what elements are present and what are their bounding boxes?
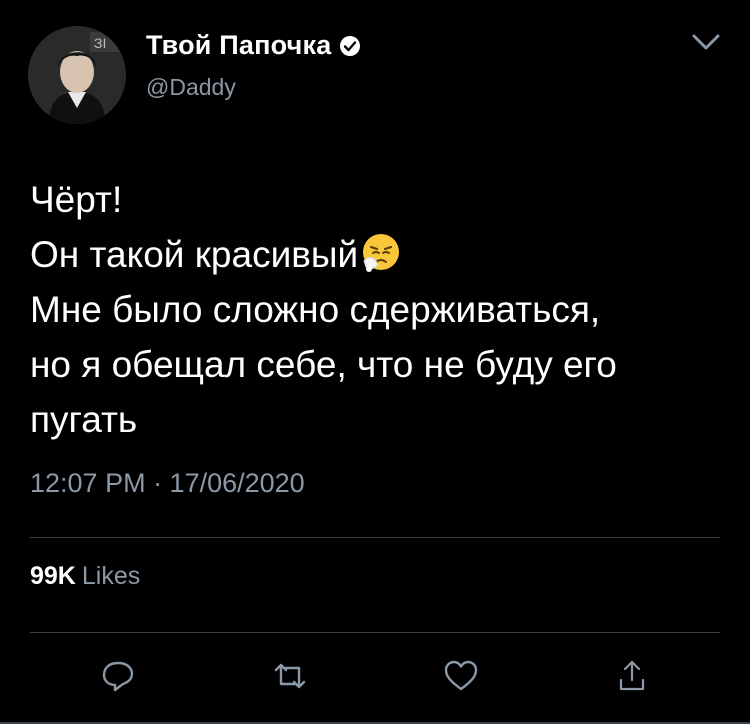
tweet-text-line: пугать: [30, 399, 138, 440]
tweet-text-line: Чёрт!: [30, 179, 123, 220]
author-display-name[interactable]: Твой Папочка: [146, 30, 331, 61]
tweet-text-line: но я обещал себе, что не буду его: [30, 344, 617, 385]
tweet-text: Чёрт! Он такой красивый Мне было сложно …: [30, 172, 730, 447]
divider: [30, 632, 720, 633]
author-name-row: Твой Папочка: [146, 30, 361, 61]
share-icon: [614, 658, 650, 699]
tweet-card: ЗI Твой Папочка @Daddy Чёрт! Он такой кр…: [0, 0, 750, 724]
likes-stat[interactable]: 99K Likes: [30, 562, 140, 591]
author-handle[interactable]: @Daddy: [146, 74, 236, 101]
heart-icon: [442, 658, 480, 699]
retweet-icon: [271, 658, 309, 699]
verified-badge-icon: [339, 35, 361, 57]
tweet-text-line: Он такой красивый: [30, 234, 359, 275]
likes-count: 99K: [30, 562, 76, 590]
sneezing-face-emoji: [360, 231, 402, 273]
svg-text:ЗI: ЗI: [94, 35, 106, 51]
chevron-down-icon[interactable]: [688, 28, 724, 56]
likes-label: Likes: [81, 562, 141, 590]
avatar[interactable]: ЗI: [28, 26, 126, 124]
reply-button[interactable]: [98, 658, 138, 698]
reply-icon: [100, 658, 136, 699]
tweet-timestamp[interactable]: 12:07 PM · 17/06/2020: [30, 468, 305, 499]
divider: [30, 537, 720, 538]
tweet-text-line: Мне было сложно сдерживаться,: [30, 289, 601, 330]
like-button[interactable]: [441, 658, 481, 698]
share-button[interactable]: [612, 658, 652, 698]
tweet-text-line-with-emoji: Он такой красивый: [30, 227, 730, 282]
retweet-button[interactable]: [270, 658, 310, 698]
